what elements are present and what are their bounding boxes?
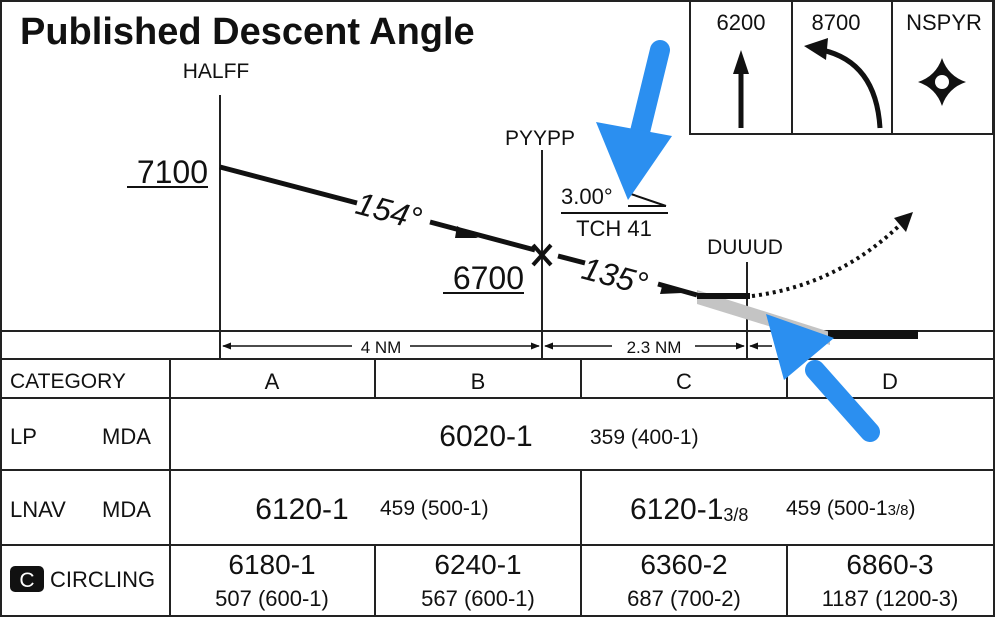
circling-b-minimum: 6240-1 [434, 549, 521, 580]
lp-minimum: 6020-1 [439, 420, 532, 453]
circling-c-minimum: 6360-2 [640, 549, 727, 580]
lp-type: MDA [102, 424, 151, 449]
lnav-type: MDA [102, 497, 151, 522]
lnav-label: LNAV [10, 497, 66, 522]
category-c: C [676, 369, 692, 394]
circling-d-minimum: 6860-3 [846, 549, 933, 580]
circling-a-height-visibility: 507 (600-1) [215, 586, 329, 611]
category-b: B [471, 369, 486, 394]
lnav-cd-minimum: 6120-13/8 [630, 493, 748, 526]
missed-climb-altitude: 6200 [717, 10, 766, 35]
lp-height-visibility: 359 (400-1) [590, 426, 699, 449]
lnav-ab-minimum: 6120-1 [255, 493, 348, 526]
holding-fix-name: NSPYR [906, 10, 982, 35]
runway-icon [828, 330, 918, 339]
category-a: A [265, 369, 280, 394]
distance-first: 4 NM [361, 338, 402, 357]
approach-chart: Published Descent Angle 6200 8700 NSPYR … [0, 0, 995, 617]
descent-path-segment [429, 219, 536, 253]
circling-a-minimum: 6180-1 [228, 549, 315, 580]
descent-path-segment [219, 164, 358, 206]
callout-arrow-down-icon [596, 40, 672, 200]
descent-path-segment [557, 253, 586, 266]
missed-turn-altitude: 8700 [812, 10, 861, 35]
course-first: 154° [352, 185, 425, 237]
fix-halff: HALFF [183, 60, 250, 83]
distance-second: 2.3 NM [627, 338, 682, 357]
circling-d-height-visibility: 1187 (1200-3) [822, 586, 959, 611]
descent-angle-icon [627, 192, 667, 207]
circling-b-height-visibility: 567 (600-1) [421, 586, 535, 611]
chart-canvas: Published Descent Angle 6200 8700 NSPYR … [0, 0, 995, 617]
course-second: 135° [578, 250, 651, 302]
fix-pyypp: PYYPP [505, 127, 575, 150]
page-title: Published Descent Angle [20, 11, 475, 53]
category-header: CATEGORY [10, 370, 126, 393]
altitude-pyypp: 6700 [453, 260, 524, 296]
lp-label: LP [10, 424, 37, 449]
circling-badge-letter: C [19, 569, 34, 592]
glidepath-angle: 3.00° [561, 184, 613, 209]
threshold-crossing-height: TCH 41 [576, 216, 652, 241]
circling-label: CIRCLING [50, 567, 155, 592]
lnav-cd-height-visibility: 459 (500-13/8) [786, 497, 915, 520]
lnav-ab-height-visibility: 459 (500-1) [380, 497, 489, 520]
altitude-halff: 7100 [137, 154, 208, 190]
missed-approach-boxes: 6200 8700 NSPYR [689, 0, 994, 135]
circling-c-height-visibility: 687 (700-2) [627, 586, 741, 611]
fix-duuud: DUUUD [707, 236, 783, 259]
category-d: D [882, 369, 898, 394]
